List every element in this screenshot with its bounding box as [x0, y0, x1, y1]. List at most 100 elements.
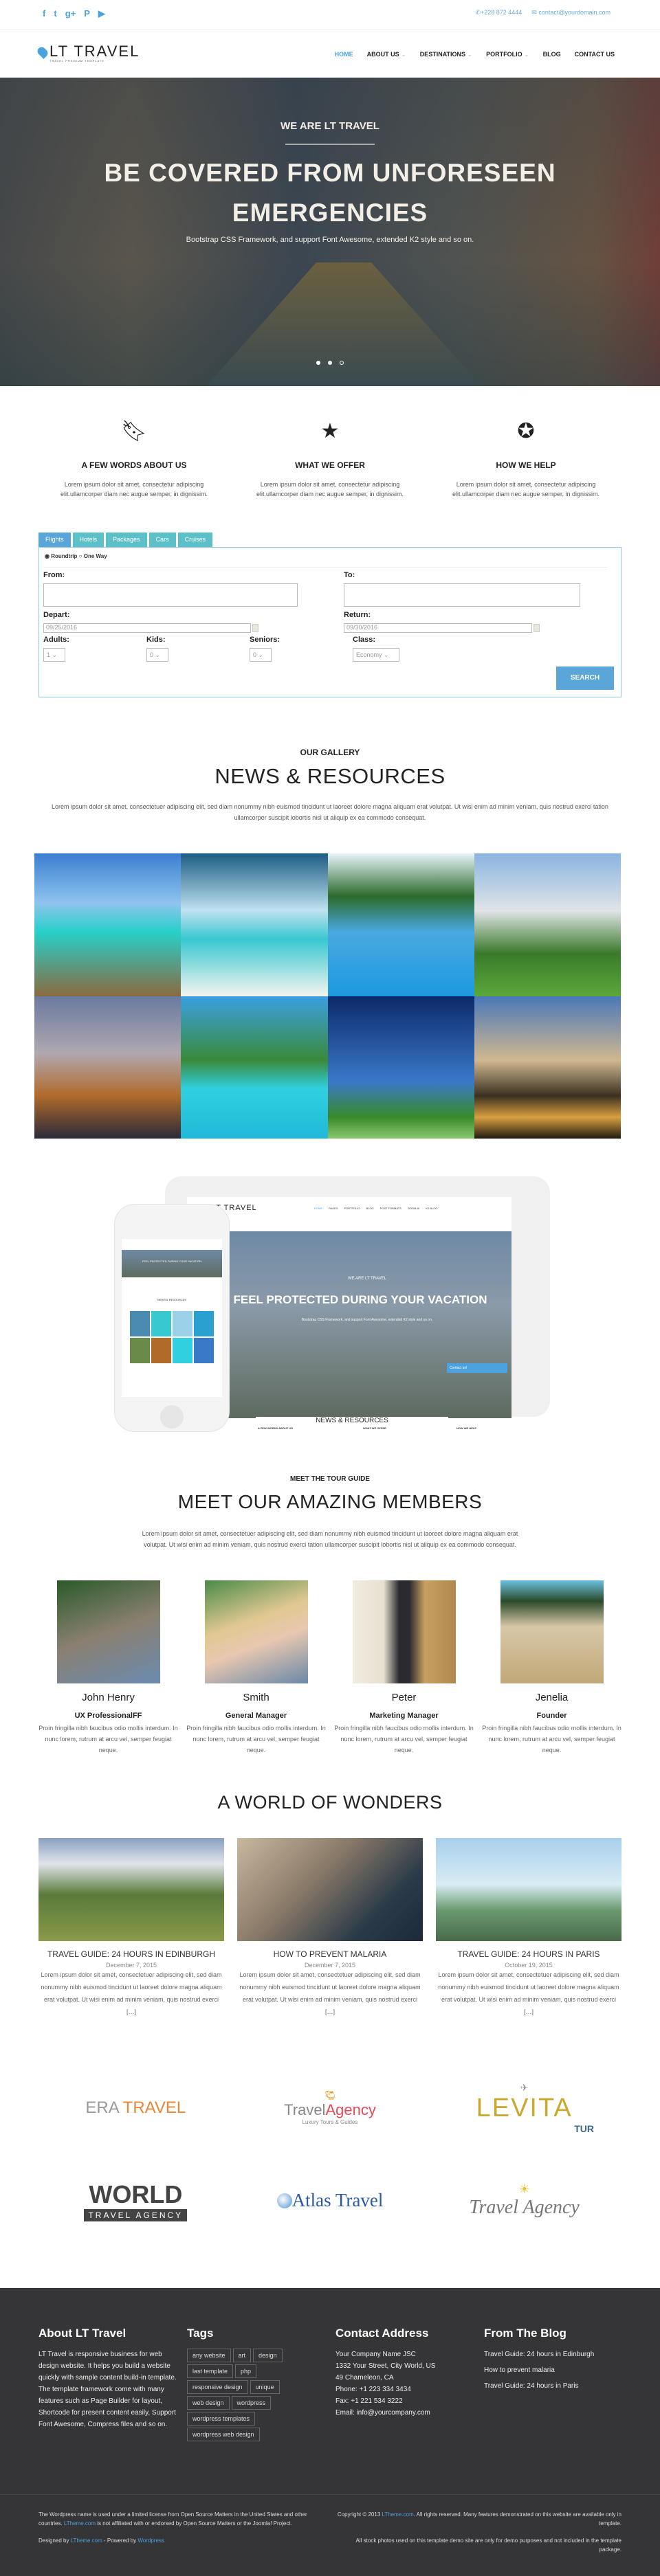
post-title[interactable]: HOW TO PREVENT MALARIA — [237, 1949, 423, 1959]
nav-portfolio[interactable]: PORTFOLIO ⌄ — [486, 51, 529, 58]
logo-travel-agency-sun[interactable]: ☀ Travel Agency — [427, 2154, 622, 2247]
footer-blog-link[interactable]: How to prevent malaria — [484, 2364, 622, 2376]
tag-link[interactable]: wordpress web design — [187, 2428, 260, 2441]
member-role: UX ProfessionalFF — [74, 1712, 142, 1720]
tab-cars[interactable]: Cars — [148, 533, 176, 547]
class-select[interactable]: Economy ⌄ — [353, 648, 399, 662]
nav-home[interactable]: HOME — [335, 51, 353, 58]
calendar-icon[interactable] — [534, 624, 540, 632]
return-date-input[interactable]: 09/30/2016 — [344, 623, 532, 633]
post-image[interactable] — [436, 1838, 622, 1941]
gallery-image-island-huts[interactable] — [181, 996, 328, 1139]
member-photo — [352, 1580, 456, 1683]
seniors-select[interactable]: 0 ⌄ — [250, 648, 272, 662]
post-title[interactable]: TRAVEL GUIDE: 24 HOURS IN PARIS — [436, 1949, 622, 1959]
gallery-image-westminster[interactable] — [474, 996, 621, 1139]
tab-hotels[interactable]: Hotels — [72, 533, 104, 547]
logo[interactable]: LT TRAVEL TRAVEL PREMIUM TEMPLATE — [36, 44, 140, 63]
from-input[interactable] — [43, 583, 298, 607]
gallery-image-city-tower[interactable] — [34, 996, 182, 1139]
nav-destinations[interactable]: DESTINATIONS ⌄ — [420, 51, 472, 58]
post-image[interactable] — [237, 1838, 423, 1941]
ltheme-link[interactable]: LTheme.com — [64, 2520, 96, 2527]
hero-slider: WE ARE LT TRAVEL BE COVERED FROM UNFORES… — [0, 78, 660, 386]
tag-link[interactable]: unique — [250, 2380, 280, 2394]
kids-select[interactable]: 0 ⌄ — [146, 648, 168, 662]
footer-blog-link[interactable]: Travel Guide: 24 hours in Edinburgh — [484, 2349, 622, 2360]
pinterest-icon[interactable]: P — [84, 8, 90, 19]
hero-divider — [285, 144, 375, 145]
tag-link[interactable]: web design — [187, 2396, 230, 2410]
hero-title-line: EMERGENCIES — [232, 199, 428, 227]
section-kicker: OUR GALLERY — [300, 748, 360, 757]
footer: About LT Travel LT Travel is responsive b… — [0, 2288, 660, 2576]
logo-text: ERA — [85, 2098, 123, 2117]
logo-world-travel-agency[interactable]: WORLD TRAVEL AGENCY — [38, 2154, 233, 2247]
search-button[interactable]: SEARCH — [556, 667, 614, 690]
tag-link[interactable]: wordpress templates — [187, 2412, 256, 2426]
select-value: 0 — [253, 651, 257, 658]
tag-link[interactable]: design — [253, 2349, 283, 2362]
slider-dot[interactable] — [316, 361, 320, 365]
feature-text: Lorem ipsum dolor sit amet, consectetur … — [256, 481, 404, 497]
phone-link[interactable]: ✆+228 872 4444 — [475, 9, 522, 16]
nav-about-us[interactable]: ABOUT US ⌄ — [367, 51, 406, 58]
ltheme-link[interactable]: LTheme.com — [71, 2538, 102, 2544]
tablet-screen: LT TRAVEL HOME PAGES PORTFOLIO BLOG POST FOR… — [187, 1197, 512, 1439]
depart-date-input[interactable]: 09/25/2016 — [43, 623, 251, 633]
feature-title: A FEW WORDS ABOUT US — [81, 460, 187, 470]
email-link[interactable]: ✉ contact@yourdomain.com — [531, 9, 610, 16]
tag-link[interactable]: wordpress — [231, 2396, 272, 2410]
radio-one-way[interactable]: ○ One Way — [79, 553, 107, 559]
tab-cruises[interactable]: Cruises — [177, 533, 213, 547]
post-image[interactable] — [38, 1838, 224, 1941]
tag-link[interactable]: responsive design — [187, 2380, 248, 2394]
logo-text: TRAVEL — [122, 2098, 186, 2117]
to-label: To: — [344, 571, 355, 579]
gallery-image-eiffel-tower[interactable] — [327, 996, 474, 1139]
gallery-image-chateau[interactable] — [474, 853, 621, 996]
tag-link[interactable]: last template — [187, 2364, 234, 2378]
partner-logos: ERA TRAVEL 🐫︎ TravelAgency Luxury Tours & … — [38, 2061, 622, 2247]
wordpress-link[interactable]: Wordpress — [138, 2538, 164, 2544]
tab-flights[interactable]: Flights — [38, 533, 71, 547]
slider-dot[interactable] — [328, 361, 332, 365]
mockup-title: FEEL PROTECTED DURING YOUR VACATION — [233, 1293, 487, 1306]
feature-offer: ★ WHAT WE OFFER Lorem ipsum dolor sit amet… — [244, 419, 416, 514]
logo-travelagency-luxury[interactable]: 🐫︎ TravelAgency Luxury Tours & Guides — [233, 2061, 428, 2154]
logo-atlas-travel[interactable]: Atlas Travel — [233, 2154, 428, 2247]
nav-contact-us[interactable]: CONTACT US — [575, 51, 615, 58]
gallery-image-beach-pier[interactable] — [34, 853, 182, 996]
member-role: Founder — [536, 1712, 567, 1720]
post-title[interactable]: TRAVEL GUIDE: 24 HOURS IN EDINBURGH — [38, 1949, 224, 1959]
gallery-image-longtail-boat[interactable] — [181, 853, 328, 996]
tag-link[interactable]: any website — [187, 2349, 231, 2362]
hero-kicker: WE ARE LT TRAVEL — [280, 120, 380, 132]
post-date: December 7, 2015 — [304, 1962, 356, 1969]
logo-levita-tur[interactable]: ✈ LEVITA TUR — [427, 2061, 622, 2154]
footer-heading: Contact Address — [336, 2327, 429, 2340]
facebook-icon[interactable]: f — [43, 8, 45, 19]
twitter-icon[interactable]: t — [54, 8, 56, 19]
logo-era-travel[interactable]: ERA TRAVEL — [38, 2061, 233, 2154]
camel-icon: 🐫︎ — [324, 2090, 336, 2101]
youtube-icon[interactable]: ▶ — [98, 8, 105, 19]
contact-email[interactable]: Email: info@yourcompany.com — [336, 2407, 473, 2419]
adults-select[interactable]: 1 ⌄ — [43, 648, 65, 662]
chevron-down-icon: ⌄ — [524, 51, 529, 58]
tag-link[interactable]: art — [232, 2349, 252, 2362]
social-links: f t g+ P ▶ — [43, 8, 105, 19]
footer-blog-link[interactable]: Travel Guide: 24 hours in Paris — [484, 2380, 622, 2392]
gallery-image-resort-pool[interactable] — [327, 853, 474, 996]
ltheme-link[interactable]: LTheme.com — [382, 2511, 414, 2518]
tab-packages[interactable]: Packages — [106, 533, 147, 547]
slider-dot-active[interactable] — [340, 361, 344, 365]
mockup-contact-button: Contact us! — [447, 1363, 507, 1373]
radio-roundtrip[interactable]: ◉ Roundtrip — [45, 553, 77, 559]
tag-link[interactable]: php — [235, 2364, 257, 2378]
logo-text: Atlas Travel — [292, 2190, 384, 2210]
google-plus-icon[interactable]: g+ — [65, 8, 76, 19]
to-input[interactable] — [344, 583, 580, 607]
nav-blog[interactable]: BLOG — [543, 51, 561, 58]
calendar-icon[interactable] — [252, 624, 258, 632]
